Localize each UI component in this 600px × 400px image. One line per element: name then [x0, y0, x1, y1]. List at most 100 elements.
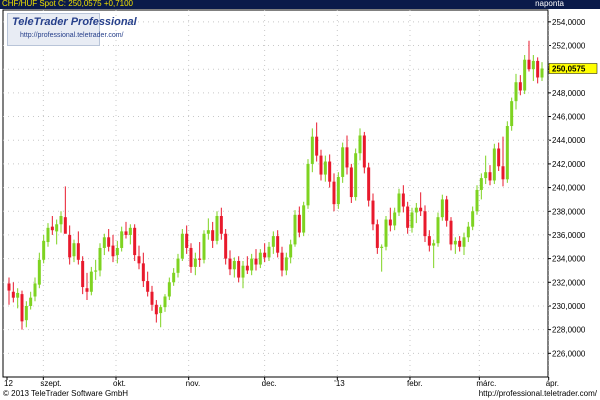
candle-up	[241, 265, 245, 278]
y-tick-label: 240,0000	[552, 184, 586, 193]
candle-up	[159, 307, 163, 314]
candle-up	[163, 296, 167, 308]
candle-down	[237, 260, 241, 278]
candle-up	[380, 246, 384, 248]
y-tick-label: 232,0000	[552, 278, 586, 287]
candle-down	[362, 135, 366, 168]
candle-down	[427, 236, 431, 246]
candle-up	[72, 243, 76, 257]
candle-up	[89, 271, 93, 292]
candle-down	[488, 172, 492, 181]
candle-up	[510, 101, 514, 127]
candle-up	[29, 297, 33, 306]
x-tick-label: febr.	[407, 379, 423, 388]
candle-up	[115, 247, 119, 256]
candle-down	[423, 211, 427, 237]
candle-down	[280, 252, 284, 271]
candle-up	[341, 147, 345, 177]
candle-up	[310, 136, 314, 164]
candle-up	[523, 59, 527, 91]
candle-down	[375, 224, 379, 248]
candle-down	[263, 252, 267, 258]
candle-down	[254, 258, 258, 265]
candle-up	[16, 292, 20, 298]
candle-down	[7, 283, 11, 291]
candle-up	[531, 60, 535, 70]
candle-down	[445, 199, 449, 221]
candlestick-chart: 226,0000 228,0000 230,0000 232,0000 234,0000…	[2, 9, 598, 388]
y-tick-label: 238,0000	[552, 207, 586, 216]
candle-down	[20, 294, 24, 322]
candle-down	[319, 155, 323, 175]
y-tick-label: 234,0000	[552, 255, 586, 264]
candle-up	[206, 230, 210, 234]
candle-up	[384, 219, 388, 247]
candle-down	[332, 181, 336, 205]
y-tick-label: 254,0000	[552, 18, 586, 27]
y-tick-label: 246,0000	[552, 113, 586, 122]
candle-up	[37, 259, 41, 285]
candle-up	[202, 233, 206, 260]
y-tick-label: 252,0000	[552, 42, 586, 51]
candle-up	[289, 244, 293, 258]
candle-up	[33, 283, 37, 297]
candle-up	[24, 305, 28, 321]
candle-up	[293, 214, 297, 245]
logo-title: TeleTrader Professional	[12, 16, 137, 28]
plot-area	[2, 9, 549, 378]
x-tick-label: márc.	[476, 379, 496, 388]
candle-down	[185, 233, 189, 248]
candle-down	[198, 258, 202, 260]
copyright-text: © 2013 TeleTrader Software GmbH	[3, 389, 129, 398]
candle-up	[284, 257, 288, 271]
candle-down	[154, 304, 158, 315]
candle-down	[141, 263, 145, 282]
candle-up	[46, 227, 50, 243]
candle-up	[98, 247, 102, 271]
candle-up	[336, 176, 340, 205]
candle-down	[137, 256, 141, 264]
candle-up	[302, 205, 306, 233]
candle-down	[11, 291, 15, 298]
candle-up	[492, 148, 496, 181]
candle-down	[219, 215, 223, 234]
candle-down	[419, 207, 423, 212]
candle-up	[354, 153, 358, 198]
x-tick-label: dec.	[262, 379, 277, 388]
candle-up	[94, 270, 98, 272]
current-price-label: 250,0575	[552, 65, 586, 74]
candle-up	[167, 282, 171, 297]
candle-up	[59, 215, 63, 225]
candle-up	[462, 237, 466, 247]
candle-down	[406, 206, 410, 228]
candle-up	[42, 240, 46, 260]
logo-url: http://professional.teletrader.com/	[20, 32, 124, 39]
candle-down	[111, 245, 115, 257]
candle-down	[328, 161, 332, 182]
candle-down	[211, 230, 215, 241]
candle-up	[323, 161, 327, 175]
candle-down	[63, 217, 67, 234]
candle-down	[497, 148, 501, 167]
candle-up	[440, 199, 444, 218]
candle-up	[128, 227, 132, 235]
x-tick-label: okt.	[113, 379, 126, 388]
candle-down	[189, 247, 193, 267]
y-tick-label: 242,0000	[552, 160, 586, 169]
candle-up	[102, 237, 106, 248]
y-tick-label: 228,0000	[552, 326, 586, 335]
candle-up	[180, 233, 184, 259]
candle-up	[505, 126, 509, 180]
candle-up	[479, 178, 483, 190]
teletrader-logo: TeleTrader Professional http://professio…	[7, 13, 137, 46]
website-link[interactable]: http://professional.teletrader.com/	[479, 389, 597, 399]
candle-up	[232, 260, 236, 270]
candle-down	[388, 219, 392, 226]
candle-up	[432, 243, 436, 246]
candle-up	[176, 258, 180, 273]
candle-down	[245, 265, 249, 271]
candle-down	[146, 281, 150, 292]
candle-up	[271, 236, 275, 247]
candle-up	[172, 272, 176, 283]
candle-up	[410, 212, 414, 228]
